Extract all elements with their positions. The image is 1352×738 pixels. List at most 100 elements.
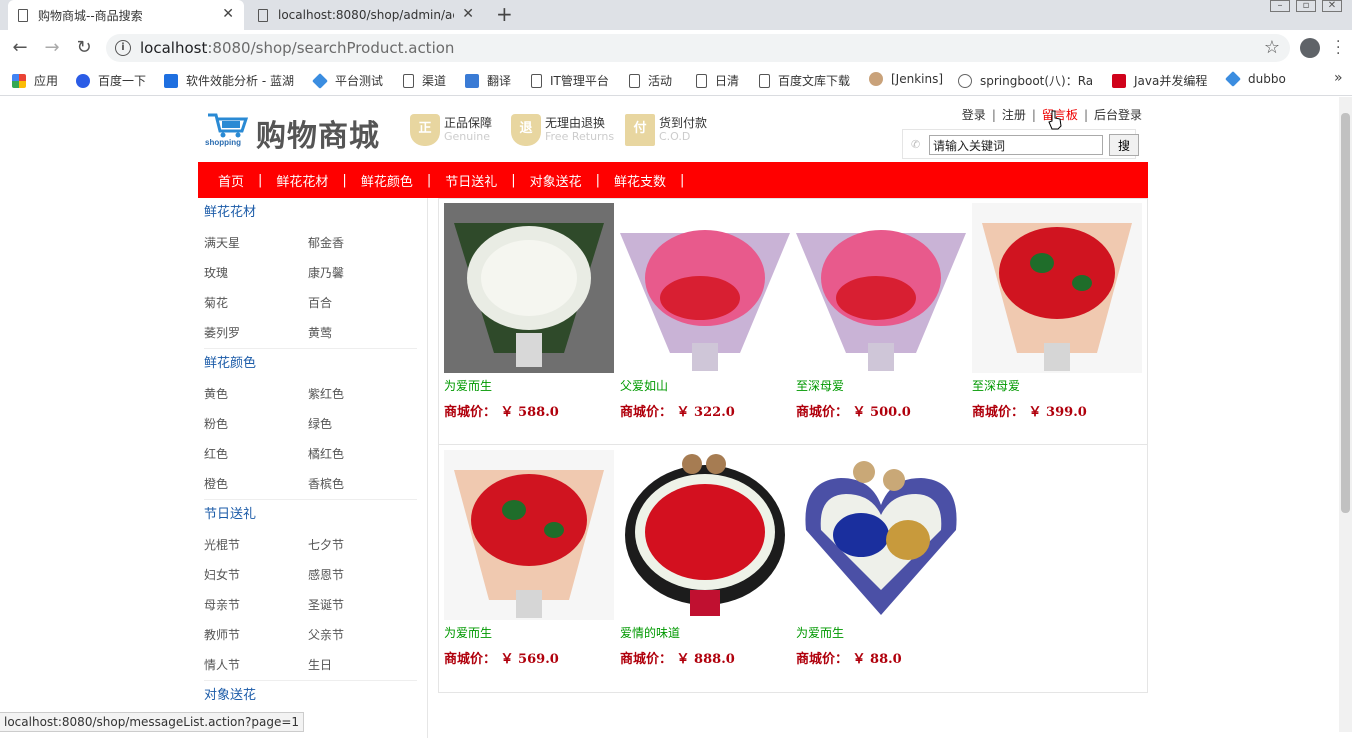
product-name[interactable]: 为爱而生 (444, 377, 616, 393)
product-name[interactable]: 父爱如山 (620, 377, 792, 393)
category-item[interactable]: 生日 (308, 650, 412, 680)
bookmark-item[interactable]: 翻译 (465, 72, 511, 89)
bookmark-item[interactable]: 活动 (629, 72, 672, 89)
new-tab-icon[interactable]: + (496, 2, 513, 26)
bookmark-item[interactable]: dubbo (1225, 71, 1286, 87)
category-item[interactable]: 萎列罗 (204, 318, 308, 348)
address-bar[interactable]: i localhost:8080/shop/searchProduct.acti… (106, 34, 1290, 62)
category-item[interactable]: 橙色 (204, 469, 308, 499)
window-close-icon[interactable]: ✕ (1322, 0, 1342, 12)
product-image[interactable] (444, 203, 614, 373)
product-image[interactable] (444, 450, 614, 620)
bookmark-star-icon[interactable]: ☆ (1264, 37, 1280, 58)
category-item[interactable]: 绿色 (308, 409, 412, 439)
cart-logo-icon[interactable]: shopping (204, 109, 252, 147)
product-card[interactable]: 至深母爱 商城价： ￥ 399.0 (972, 203, 1144, 420)
category-title[interactable]: 鲜花颜色 (204, 349, 423, 379)
bookmark-item[interactable]: 百度一下 (76, 72, 146, 89)
search-button[interactable]: 搜 (1109, 134, 1139, 156)
bookmark-item[interactable]: Java并发编程 (1112, 72, 1207, 89)
tab-admin[interactable]: localhost:8080/shop/admin/ac ✕ (248, 0, 484, 30)
category-item[interactable]: 妇女节 (204, 560, 308, 590)
product-name[interactable]: 为爱而生 (444, 624, 616, 640)
category-item[interactable]: 红色 (204, 439, 308, 469)
back-icon[interactable]: ← (8, 36, 32, 60)
category-item[interactable]: 满天星 (204, 228, 308, 258)
bookmark-apps[interactable]: 应用 (12, 72, 58, 89)
nav-material[interactable]: 鲜花花材 (262, 171, 342, 190)
category-title[interactable]: 对象送花 (204, 681, 423, 711)
category-item[interactable]: 教师节 (204, 620, 308, 650)
product-card[interactable]: 父爱如山 商城价： ￥ 322.0 (620, 203, 792, 420)
bookmark-item[interactable]: IT管理平台 (531, 72, 609, 89)
product-image[interactable] (620, 450, 790, 620)
close-icon[interactable]: ✕ (222, 6, 234, 22)
minimize-icon[interactable]: – (1270, 0, 1290, 12)
promise-returns: 退 无理由退换 Free Returns (511, 113, 614, 147)
product-image[interactable] (620, 203, 790, 373)
product-image[interactable] (796, 203, 966, 373)
close-icon[interactable]: ✕ (462, 6, 474, 22)
product-image[interactable] (972, 203, 1142, 373)
restore-icon[interactable]: ▫ (1296, 0, 1316, 12)
admin-login-link[interactable]: 后台登录 (1094, 108, 1142, 122)
category-item[interactable]: 情人节 (204, 650, 308, 680)
register-link[interactable]: 注册 (1002, 108, 1026, 122)
account-icon[interactable] (1300, 38, 1320, 58)
nav-count[interactable]: 鲜花支数 (600, 171, 680, 190)
category-item[interactable]: 黄色 (204, 379, 308, 409)
forward-icon[interactable]: → (40, 36, 64, 60)
bookmark-item[interactable]: 软件效能分析 - 蓝湖 (164, 72, 294, 89)
bookmark-item[interactable]: 平台测试 (312, 72, 383, 89)
vertical-scrollbar[interactable] (1339, 97, 1352, 732)
nav-recipient[interactable]: 对象送花 (516, 171, 596, 190)
category-title[interactable]: 鲜花花材 (204, 198, 423, 228)
search-input[interactable] (929, 135, 1103, 155)
info-icon[interactable]: i (115, 40, 131, 56)
product-name[interactable]: 至深母爱 (796, 377, 968, 393)
chevron-right-icon[interactable]: » (1334, 70, 1343, 86)
nav-home[interactable]: 首页 (204, 171, 258, 190)
product-name[interactable]: 爱情的味道 (620, 624, 792, 640)
logo-title[interactable]: 购物商城 (256, 111, 380, 155)
product-card[interactable]: 爱情的味道 商城价： ￥ 888.0 (620, 450, 792, 667)
category-item[interactable]: 母亲节 (204, 590, 308, 620)
category-item[interactable]: 百合 (308, 288, 412, 318)
product-card[interactable]: 为爱而生 商城价： ￥ 569.0 (444, 450, 616, 667)
category-item[interactable]: 香槟色 (308, 469, 412, 499)
category-item[interactable]: 菊花 (204, 288, 308, 318)
scrollbar-thumb[interactable] (1341, 113, 1350, 513)
reload-icon[interactable]: ↻ (72, 36, 96, 60)
category-item[interactable]: 紫红色 (308, 379, 412, 409)
category-item[interactable]: 黄莺 (308, 318, 412, 348)
bookmark-item[interactable]: springboot(八)：Ra (958, 72, 1092, 89)
bookmark-item[interactable]: 渠道 (403, 72, 446, 89)
category-item[interactable]: 感恩节 (308, 560, 412, 590)
nav-holiday[interactable]: 节日送礼 (431, 171, 511, 190)
product-card[interactable]: 为爱而生 商城价： ￥ 88.0 (796, 450, 968, 667)
product-name[interactable]: 为爱而生 (796, 624, 968, 640)
category-item[interactable]: 郁金香 (308, 228, 412, 258)
bookmark-item[interactable]: 百度文库下载 (759, 72, 850, 89)
login-link[interactable]: 登录 (962, 108, 986, 122)
category-item[interactable]: 七夕节 (308, 530, 412, 560)
product-price: 商城价： ￥ 88.0 (796, 652, 902, 667)
product-card[interactable]: 至深母爱 商城价： ￥ 500.0 (796, 203, 968, 420)
product-image[interactable] (796, 450, 966, 620)
nav-color[interactable]: 鲜花颜色 (347, 171, 427, 190)
category-item[interactable]: 玫瑰 (204, 258, 308, 288)
category-item[interactable]: 粉色 (204, 409, 308, 439)
bookmark-item[interactable]: [Jenkins] (869, 72, 943, 86)
category-item[interactable]: 康乃馨 (308, 258, 412, 288)
category-item[interactable]: 父亲节 (308, 620, 412, 650)
bookmark-item[interactable]: 日清 (696, 72, 739, 89)
category-title[interactable]: 节日送礼 (204, 500, 423, 530)
category-item[interactable]: 圣诞节 (308, 590, 412, 620)
page-icon (629, 73, 640, 88)
product-name[interactable]: 至深母爱 (972, 377, 1144, 393)
category-item[interactable]: 光棍节 (204, 530, 308, 560)
tab-search[interactable]: 购物商城--商品搜索 ✕ (8, 0, 244, 30)
product-card[interactable]: 为爱而生 商城价： ￥ 588.0 (444, 203, 616, 420)
category-item[interactable]: 橘红色 (308, 439, 412, 469)
menu-icon[interactable]: · · · (1336, 35, 1340, 61)
